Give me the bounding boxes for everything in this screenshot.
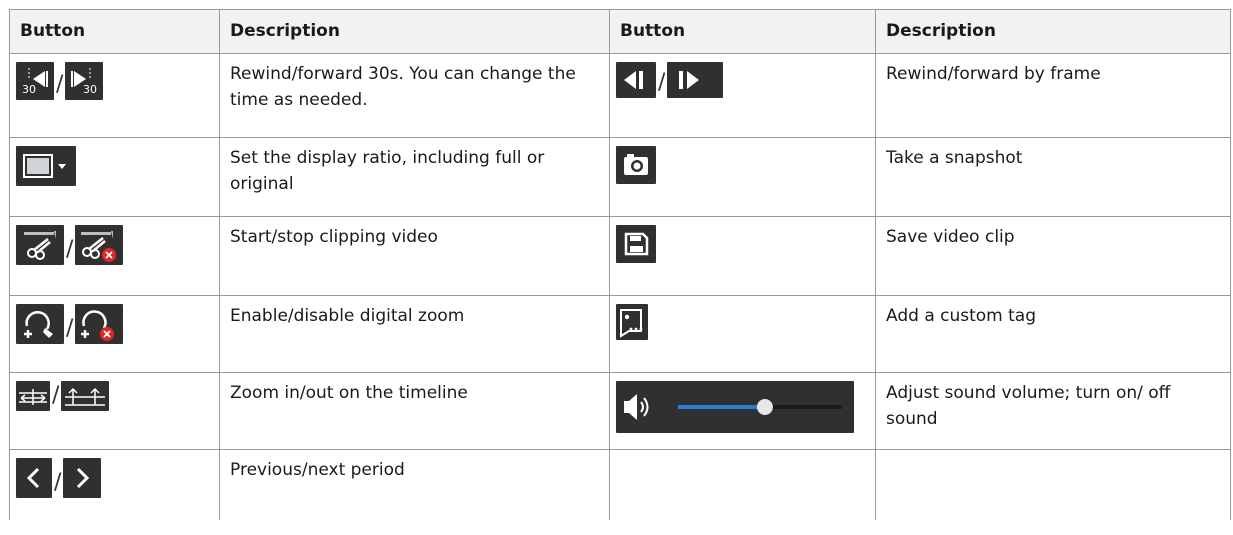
timeline-zoom-out-icon[interactable]	[61, 381, 110, 411]
custom-tag-icon[interactable]	[616, 304, 648, 340]
display-ratio-icon[interactable]	[16, 146, 76, 186]
volume-fill	[678, 405, 765, 409]
separator-slash: /	[52, 383, 60, 408]
button-description-table: Button Description Button Description 30	[9, 9, 1231, 520]
camera-icon[interactable]	[616, 146, 656, 184]
zoom-disable-icon[interactable]	[75, 304, 124, 344]
header-description-2: Description	[875, 9, 1231, 54]
table-header-row: Button Description Button Description	[9, 9, 1231, 54]
button-cell: /	[609, 53, 876, 138]
forward-30s-label: 30	[83, 83, 97, 96]
description-cell: Enable/disable digital zoom	[219, 295, 610, 373]
table-row: / Zoom in/out on the timeline Adjust sou…	[9, 372, 1231, 450]
header-button-2: Button	[609, 9, 876, 54]
description-cell: Zoom in/out on the timeline	[219, 372, 610, 450]
description-cell: Take a snapshot	[875, 137, 1231, 217]
timeline-zoom-in-icon[interactable]	[16, 381, 50, 411]
description-cell: Previous/next period	[219, 449, 610, 520]
previous-period-icon[interactable]	[16, 458, 52, 498]
table-row: / Enable/disable digital zoom Add a cust…	[9, 295, 1231, 373]
button-cell: /	[9, 216, 220, 296]
rewind-30s-label: 30	[22, 83, 36, 96]
description-cell: Rewind/forward 30s. You can change the t…	[219, 53, 610, 138]
description-cell: Adjust sound volume; turn on/ off sound	[875, 372, 1231, 450]
button-cell: /	[9, 372, 220, 450]
volume-knob	[756, 399, 773, 415]
button-cell	[609, 216, 876, 296]
table-row: / Previous/next period	[9, 449, 1231, 520]
clip-stop-icon[interactable]	[75, 225, 124, 265]
rewind-30s-icon[interactable]: 30	[16, 62, 54, 100]
separator-slash: /	[54, 470, 62, 495]
button-cell: /	[9, 449, 220, 520]
forward-30s-icon[interactable]: 30	[65, 62, 104, 100]
separator-slash: /	[56, 72, 64, 97]
description-cell: Start/stop clipping video	[219, 216, 610, 296]
button-cell	[9, 137, 220, 217]
header-button-1: Button	[9, 9, 220, 54]
speaker-icon	[624, 394, 649, 420]
button-cell	[609, 295, 876, 373]
header-description-1: Description	[219, 9, 610, 54]
zoom-enable-icon[interactable]	[16, 304, 64, 344]
volume-slider[interactable]	[616, 381, 854, 433]
description-cell: Save video clip	[875, 216, 1231, 296]
empty-cell	[875, 449, 1231, 520]
empty-cell	[609, 449, 876, 520]
button-cell: 30 / 30	[9, 53, 220, 138]
table-row: Set the display ratio, including full or…	[9, 137, 1231, 217]
next-period-icon[interactable]	[63, 458, 102, 498]
frame-forward-icon[interactable]	[667, 62, 724, 98]
save-icon[interactable]	[616, 225, 656, 263]
description-cell: Rewind/forward by frame	[875, 53, 1231, 138]
button-cell	[609, 137, 876, 217]
table-row: 30 / 30 Rewind/forward 30s. You can chan…	[9, 53, 1231, 138]
description-cell: Set the display ratio, including full or…	[219, 137, 610, 217]
button-cell: /	[9, 295, 220, 373]
button-cell	[609, 372, 876, 450]
frame-back-icon[interactable]	[616, 62, 656, 98]
separator-slash: /	[66, 237, 74, 262]
separator-slash: /	[66, 316, 74, 341]
separator-slash: /	[658, 70, 666, 95]
table-row: / Start/stop clipping video Save video c…	[9, 216, 1231, 296]
clip-start-icon[interactable]	[16, 225, 64, 265]
description-cell: Add a custom tag	[875, 295, 1231, 373]
button-description-table-container: Button Description Button Description 30	[0, 0, 1233, 535]
